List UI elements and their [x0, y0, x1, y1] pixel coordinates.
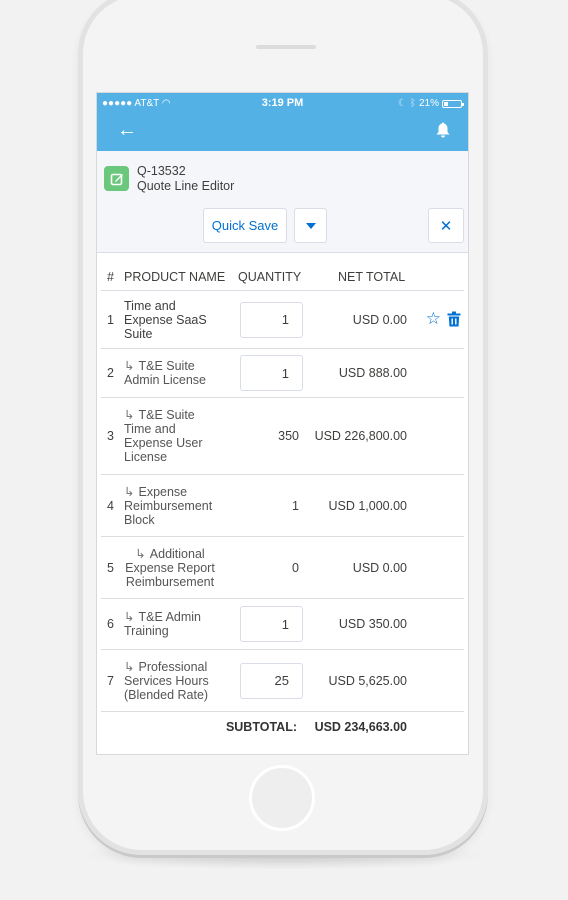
subtotal-value: USD 234,663.00 — [314, 720, 407, 734]
product-name-text: Professional Services Hours (Blended Rat… — [124, 659, 209, 702]
table-header: # PRODUCT NAME QUANTITY NET TOTAL — [101, 253, 464, 291]
battery-icon — [442, 99, 464, 108]
quick-save-button[interactable]: Quick Save — [203, 208, 287, 243]
page-title: Quote Line Editor — [137, 179, 235, 193]
table-row: 5 ↳ Additional Expense Report Reimbursemen… — [101, 537, 464, 599]
row-number: 3 — [107, 429, 114, 443]
table-row: 4 ↳ Expense Reimbursement Block 1 USD 1,000.… — [101, 475, 464, 537]
quote-lines-table: # PRODUCT NAME QUANTITY NET TOTAL 1 Time … — [97, 253, 468, 750]
more-actions-dropdown[interactable] — [294, 208, 327, 243]
row-number: 6 — [107, 617, 114, 631]
quantity-value: 0 — [292, 560, 299, 575]
product-name: ↳ T&E Suite Time and Expense User License — [124, 408, 224, 464]
close-button[interactable]: ✕ — [428, 208, 464, 243]
back-arrow-icon[interactable]: ← — [117, 119, 137, 142]
column-header-number: # — [107, 270, 114, 284]
quantity-input[interactable] — [240, 301, 303, 338]
row-number: 2 — [107, 366, 114, 380]
subtotal-label: SUBTOTAL: — [225, 720, 297, 734]
product-name-text: T&E Suite Time and Expense User License — [124, 408, 203, 464]
page-header: Q-13532 Quote Line Editor Quick Save ✕ — [97, 151, 468, 253]
net-total: USD 226,800.00 — [314, 429, 407, 443]
nav-bar: ← — [97, 113, 468, 151]
subtotal-row: SUBTOTAL: USD 234,663.00 — [101, 712, 464, 750]
table-row: 1 Time and Expense SaaS Suite USD 0.00 ☆ — [101, 291, 464, 349]
product-name: ↳ Expense Reimbursement Block — [124, 485, 224, 527]
child-bundle-arrow-icon: ↳ — [124, 610, 135, 624]
phone-speaker — [256, 45, 316, 49]
product-name-text: T&E Admin Training — [124, 610, 202, 638]
product-name: ↳ T&E Admin Training — [124, 610, 224, 638]
quantity-input[interactable] — [240, 355, 303, 391]
column-header-product-name[interactable]: PRODUCT NAME — [124, 270, 225, 284]
product-name: ↳ Additional Expense Report Reimbursement — [124, 547, 216, 589]
product-name: ↳ Professional Services Hours (Blended Ra… — [124, 660, 224, 702]
child-bundle-arrow-icon: ↳ — [124, 359, 135, 373]
table-body: 1Time and Expense SaaS SuiteUSD 0.00☆2↳T… — [97, 291, 468, 712]
product-name: Time and Expense SaaS Suite — [124, 299, 224, 341]
child-bundle-arrow-icon: ↳ — [124, 408, 135, 422]
battery-indicator: ☾ ᛒ 21% — [398, 98, 464, 109]
product-name-text: Time and Expense SaaS Suite — [124, 298, 207, 341]
column-header-net-total[interactable]: NET TOTAL — [338, 270, 405, 284]
product-name: ↳ T&E Suite Admin License — [124, 359, 224, 387]
table-row: 6 ↳T&E Admin Training USD 350.00 — [101, 599, 464, 650]
caret-down-icon — [305, 222, 316, 229]
row-number: 4 — [107, 498, 114, 513]
net-total: USD 5,625.00 — [328, 673, 407, 688]
quantity-input[interactable] — [240, 662, 303, 699]
bluetooth-icon: ᛒ — [409, 98, 416, 109]
net-total: USD 0.00 — [352, 560, 407, 575]
app-screen: ●●●●● AT&T ◠ 3:19 PM ☾ ᛒ 21% ← Q-13532 Q… — [96, 92, 469, 755]
row-number: 5 — [107, 560, 114, 575]
net-total: USD 350.00 — [338, 617, 407, 631]
table-row: 2 ↳T&E Suite Admin License USD 888.00 — [101, 349, 464, 398]
battery-percent: 21% — [418, 98, 439, 109]
net-total: USD 1,000.00 — [328, 498, 407, 513]
star-icon[interactable]: ☆ — [426, 309, 441, 329]
edit-icon — [104, 166, 129, 191]
record-id: Q-13532 — [137, 164, 186, 178]
net-total: USD 0.00 — [352, 312, 407, 327]
product-name-text: Expense Reimbursement Block — [124, 484, 213, 527]
status-bar: ●●●●● AT&T ◠ 3:19 PM ☾ ᛒ 21% — [97, 93, 468, 113]
moon-icon: ☾ — [398, 98, 407, 109]
net-total: USD 888.00 — [338, 366, 407, 380]
row-number: 7 — [107, 673, 114, 688]
table-row: 3 ↳ T&E Suite Time and Expense User Licens… — [101, 398, 464, 475]
child-bundle-arrow-icon: ↳ — [124, 659, 135, 674]
child-bundle-arrow-icon: ↳ — [135, 546, 146, 561]
trash-icon[interactable] — [447, 311, 461, 327]
row-number: 1 — [107, 312, 114, 327]
quantity-input[interactable] — [240, 606, 303, 642]
quantity-value: 1 — [292, 498, 299, 513]
bell-icon[interactable] — [436, 122, 450, 138]
column-header-quantity[interactable]: QUANTITY — [238, 270, 301, 284]
quantity-value: 350 — [278, 429, 299, 443]
home-button[interactable] — [249, 765, 315, 831]
child-bundle-arrow-icon: ↳ — [124, 484, 135, 499]
product-name-text: T&E Suite Admin License — [124, 359, 206, 387]
table-row: 7 ↳ Professional Services Hours (Blended R… — [101, 650, 464, 712]
